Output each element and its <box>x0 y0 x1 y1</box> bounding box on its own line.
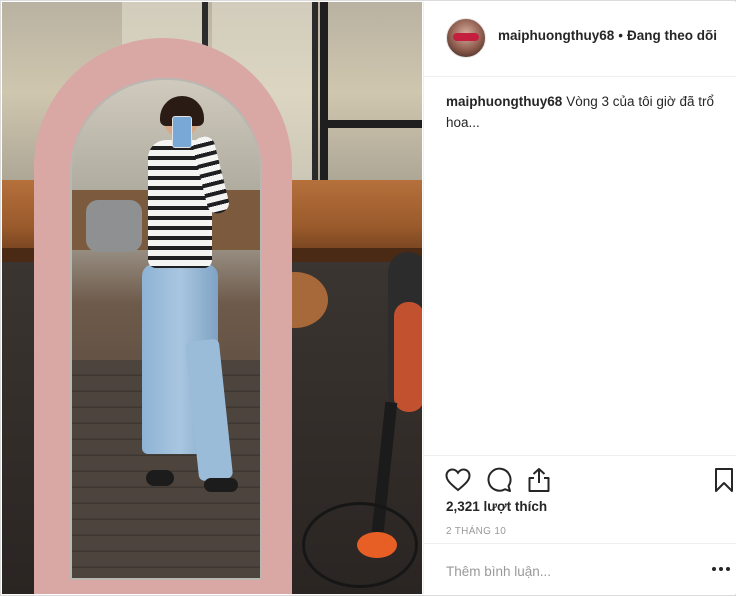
person-shoe <box>146 470 174 486</box>
avatar-sunglasses <box>453 33 479 41</box>
header-text: maiphuongthuy68 • Đang theo dõi <box>498 28 717 43</box>
following-button[interactable]: Đang theo dõi <box>627 28 717 43</box>
likes-count[interactable]: 2,321 lượt thích <box>446 499 547 514</box>
separator-dot: • <box>618 28 623 43</box>
bookmark-icon[interactable] <box>710 466 736 494</box>
person-phone <box>172 116 192 148</box>
post-side-panel: maiphuongthuy68 • Đang theo dõi maiphuongt… <box>423 2 736 594</box>
ellipsis-icon[interactable] <box>712 562 732 576</box>
post-caption: maiphuongthuy68 Vòng 3 của tôi giờ đã trổ… <box>446 91 716 133</box>
mirror-reflection-bag <box>86 200 142 252</box>
avatar[interactable] <box>446 18 486 58</box>
photo-mirror-glass <box>70 78 262 580</box>
post-date[interactable]: 2 THÁNG 10 <box>446 526 506 537</box>
share-upload-icon[interactable] <box>525 466 553 494</box>
photo-metal-shelf <box>320 2 422 192</box>
heart-icon[interactable] <box>444 466 472 494</box>
post-modal: maiphuongthuy68 • Đang theo dõi maiphuongt… <box>0 0 736 596</box>
comment-bar <box>424 543 736 595</box>
caption-username-link[interactable]: maiphuongthuy68 <box>446 94 562 109</box>
person-leg <box>184 338 234 482</box>
post-photo[interactable] <box>2 2 422 594</box>
photo-cable <box>302 502 418 588</box>
comment-input[interactable] <box>446 560 686 582</box>
comment-bubble-icon[interactable] <box>485 466 513 494</box>
post-header: maiphuongthuy68 • Đang theo dõi <box>424 2 736 77</box>
username-link[interactable]: maiphuongthuy68 <box>498 28 614 43</box>
person-shoe <box>204 478 238 492</box>
action-bar <box>424 455 736 496</box>
photo-mirror-frame <box>34 38 292 594</box>
photo-fan-blade <box>394 302 422 412</box>
mirror-reflection-person <box>142 96 252 570</box>
